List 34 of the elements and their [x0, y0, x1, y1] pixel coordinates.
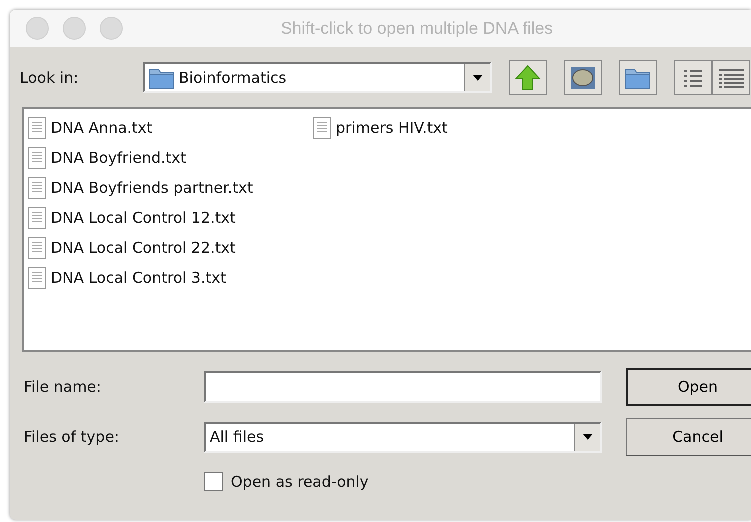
file-item[interactable]: primers HIV.txt [313, 113, 598, 143]
document-icon [28, 117, 46, 139]
look-in-dropdown[interactable]: Bioinformatics [143, 62, 492, 93]
document-icon [28, 207, 46, 229]
cancel-button[interactable]: Cancel [626, 418, 751, 456]
new-folder-button[interactable] [619, 60, 657, 95]
files-of-type-label: Files of type: [24, 428, 120, 446]
read-only-label: Open as read-only [231, 472, 369, 490]
document-icon [313, 117, 331, 139]
document-icon [28, 267, 46, 289]
file-name-label: File name: [24, 378, 102, 396]
list-view-button[interactable] [674, 60, 712, 95]
file-item[interactable]: DNA Local Control 3.txt [28, 263, 313, 293]
details-icon [718, 66, 744, 88]
files-of-type-dropdown[interactable]: All files [204, 422, 602, 452]
open-button[interactable]: Open [626, 368, 751, 406]
document-icon [28, 237, 46, 259]
look-in-label: Look in: [20, 68, 80, 86]
up-arrow-icon [515, 64, 541, 90]
look-in-value: Bioinformatics [179, 68, 287, 86]
up-folder-button[interactable] [509, 60, 547, 95]
window-title: Shift-click to open multiple DNA files [280, 18, 554, 38]
read-only-checkbox[interactable] [204, 472, 223, 491]
file-item[interactable]: DNA Boyfriends partner.txt [28, 173, 313, 203]
caret-icon [582, 434, 592, 440]
file-item[interactable]: DNA Local Control 12.txt [28, 203, 313, 233]
file-item[interactable]: DNA Boyfriend.txt [28, 143, 313, 173]
details-view-button[interactable] [712, 60, 750, 95]
file-name-field[interactable] [204, 371, 602, 403]
document-icon [28, 147, 46, 169]
document-icon [28, 177, 46, 199]
file-item[interactable]: DNA Local Control 22.txt [28, 233, 313, 263]
caret-icon [472, 74, 482, 80]
file-item[interactable]: DNA Anna.txt [28, 113, 313, 143]
